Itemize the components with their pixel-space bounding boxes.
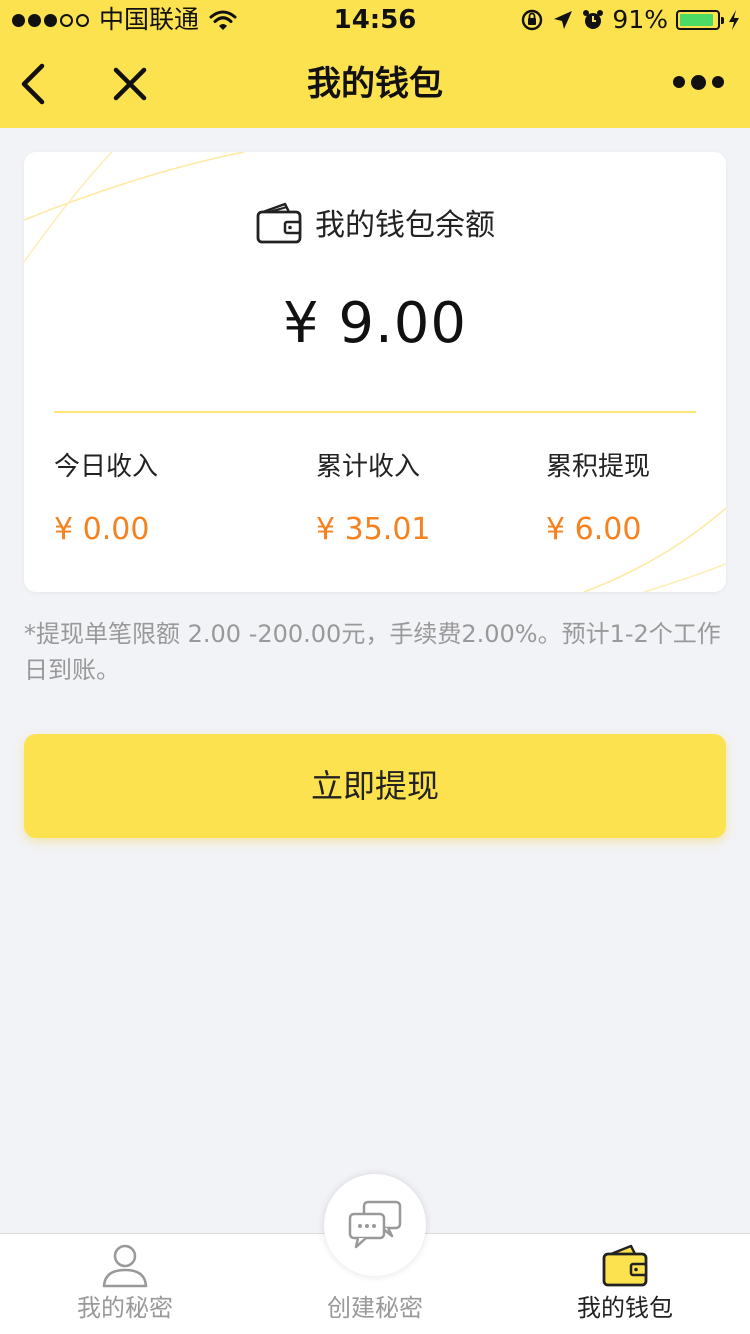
charging-icon [729, 10, 739, 30]
balance-amount: ¥ 9.00 [282, 291, 468, 356]
withdraw-button[interactable]: 立即提现 [24, 734, 726, 838]
stat-value: ¥ 0.00 [54, 512, 150, 547]
stat-today-income: 今日收入 ¥ 0.00 [54, 450, 158, 548]
create-secret-button[interactable] [324, 1174, 426, 1276]
stat-total-income: 累计收入 ¥ 35.01 [316, 450, 431, 548]
stat-total-withdrawn: 累积提现 ¥ 6.00 [546, 450, 650, 548]
withdraw-note: *提现单笔限额 2.00 -200.00元，手续费2.00%。预计1-2个工作日… [24, 620, 721, 684]
battery-icon [676, 10, 724, 30]
nav-bar: 我的钱包 [0, 40, 750, 128]
wallet-icon [602, 1244, 648, 1287]
rotation-lock-icon [522, 9, 543, 31]
chat-bubbles-icon [348, 1200, 402, 1249]
more-icon[interactable] [673, 74, 724, 90]
user-icon [102, 1244, 148, 1288]
balance-card: 我的钱包余额 ¥ 9.00 今日收入 ¥ 0.00 累计收入 ¥ 35.01 累… [24, 152, 726, 592]
tab-label: 我的秘密 [77, 1294, 173, 1322]
balance-title-text: 我的钱包余额 [315, 208, 495, 243]
location-icon [554, 11, 573, 29]
balance-title: 我的钱包余额 [24, 200, 726, 244]
stat-label: 今日收入 [54, 452, 159, 482]
divider [54, 411, 696, 413]
tab-my-wallet[interactable]: 我的钱包 [500, 1234, 750, 1334]
tab-my-secrets[interactable]: 我的秘密 [0, 1234, 250, 1334]
status-bar: 中国联通 14:56 91% [0, 0, 750, 40]
header: 中国联通 14:56 91% 我的钱包 [0, 0, 750, 128]
status-right: 91% [520, 6, 740, 34]
tab-label: 我的钱包 [577, 1294, 673, 1322]
battery-percent: 91% [612, 5, 668, 34]
alarm-icon [583, 10, 604, 29]
stat-value: ¥ 35.01 [316, 512, 431, 547]
stat-value: ¥ 6.00 [546, 512, 642, 547]
wallet-icon [256, 202, 302, 244]
stat-label: 累计收入 [316, 452, 421, 482]
tab-label: 创建秘密 [327, 1294, 423, 1322]
stat-label: 累积提现 [546, 452, 651, 482]
page-title: 我的钱包 [307, 64, 443, 104]
